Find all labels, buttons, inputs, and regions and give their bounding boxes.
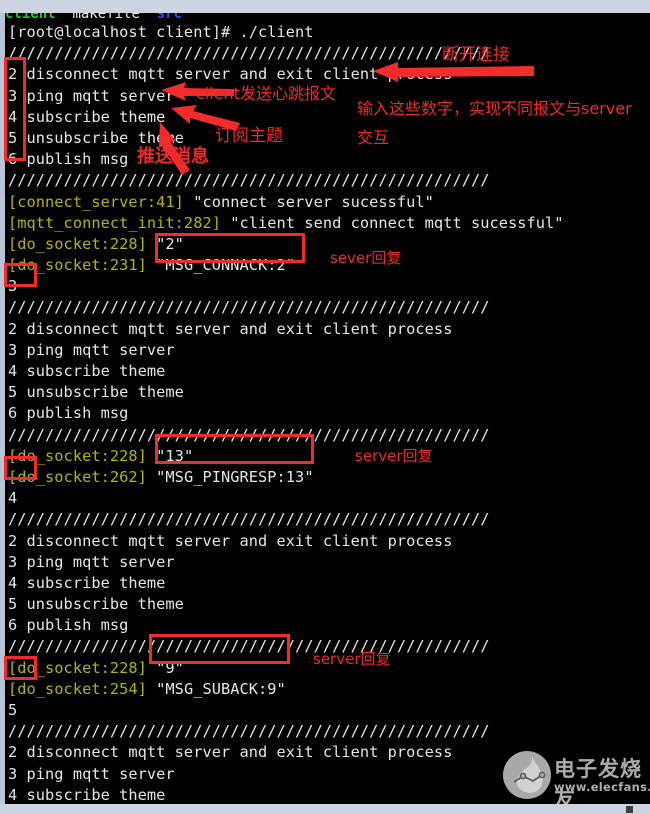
terminal-line-log-do-socket-262: [do_socket:262] "MSG_PINGRESP:13" xyxy=(8,467,648,488)
terminal-line-menu-6-c: 6 publish msg xyxy=(8,616,129,635)
elecfans-logo-icon xyxy=(503,751,551,799)
terminal-line-menu-2-c: 2 disconnect mqtt server and exit client… xyxy=(8,531,453,550)
terminal-line-log-mqtt-connect-init: [mqtt_connect_init:282] "client send con… xyxy=(8,213,648,234)
terminal-line-input-4: 4 xyxy=(8,489,18,508)
clipped-previous-line: client makefile src xyxy=(5,13,182,22)
terminal-line-list: [root@localhost client]# ./client ///////… xyxy=(8,22,648,804)
terminal-line-menu-2-b: 2 disconnect mqtt server and exit client… xyxy=(8,319,453,338)
terminal-line-sep-7: ////////////////////////////////////////… xyxy=(8,722,490,741)
terminal-line-menu-4-c: 4 subscribe theme xyxy=(8,573,166,592)
terminal-line-sep-1: ////////////////////////////////////////… xyxy=(8,44,490,63)
log-tag: [do_socket:262] xyxy=(8,467,147,486)
log-tag: [do_socket:254] xyxy=(8,679,147,698)
watermark: 电子发烧友 www.elecfans.com xyxy=(502,750,650,811)
terminal-line-log-do-socket-228-c: [do_socket:228] "9" xyxy=(8,658,648,679)
watermark-url: www.elecfans.com xyxy=(554,780,650,794)
window-frame-top xyxy=(0,0,650,13)
log-tag: [do_socket:228] xyxy=(8,446,147,465)
log-tag: [do_socket:228] xyxy=(8,234,147,253)
terminal-line-log-do-socket-254: [do_socket:254] "MSG_SUBACK:9" xyxy=(8,679,648,700)
terminal-line-menu-6-a: 6 publish msg xyxy=(8,150,129,169)
terminal-line-sep-6: ////////////////////////////////////////… xyxy=(8,637,490,656)
terminal-line-menu-4-b: 4 subscribe theme xyxy=(8,362,166,380)
log-message: "2" xyxy=(146,234,184,253)
log-message: "13" xyxy=(146,446,194,465)
terminal-line-sep-2: ////////////////////////////////////////… xyxy=(8,171,490,190)
terminal-line-menu-3-b: 3 ping mqtt server xyxy=(8,340,175,359)
terminal-line-sep-5: ////////////////////////////////////////… xyxy=(8,510,490,529)
terminal-line-prompt: [root@localhost client]# ./client xyxy=(8,23,314,41)
window-frame-bottom xyxy=(0,804,650,814)
terminal-line-input-5: 5 xyxy=(8,701,18,719)
mouse-cursor-dot xyxy=(626,806,633,813)
terminal-line-menu-6-b: 6 publish msg xyxy=(8,404,129,423)
terminal-output-area[interactable]: client makefile src [root@localhost clie… xyxy=(5,13,650,804)
terminal-line-menu-2-a: 2 disconnect mqtt server and exit client… xyxy=(8,65,453,84)
log-message: "MSG_PINGRESP:13" xyxy=(146,467,314,486)
log-message: "connect server sucessful" xyxy=(183,192,434,211)
terminal-line-menu-3-c: 3 ping mqtt server xyxy=(8,552,175,571)
log-tag: [do_socket:228] xyxy=(8,658,147,677)
log-message: "9" xyxy=(146,658,184,677)
terminal-line-menu-5-b: 5 unsubscribe theme xyxy=(8,383,184,402)
terminal-line-log-do-socket-231: [do_socket:231] "MSG_CONNACK:2" xyxy=(8,255,648,276)
log-message: "MSG_CONNACK:2" xyxy=(146,256,296,275)
log-tag: [connect_server:41] xyxy=(8,192,184,211)
terminal-line-menu-3-a: 3 ping mqtt server xyxy=(8,86,175,105)
terminal-line-sep-4: ////////////////////////////////////////… xyxy=(8,425,490,444)
terminal-line-sep-3: ////////////////////////////////////////… xyxy=(8,298,490,317)
clipped-green-token: client xyxy=(5,13,56,22)
log-tag: [do_socket:231] xyxy=(8,256,147,275)
log-tag: [mqtt_connect_init:282] xyxy=(8,213,221,232)
terminal-line-input-3: 3 xyxy=(8,277,18,296)
terminal-line-menu-5-c: 5 unsubscribe theme xyxy=(8,595,184,614)
terminal-line-menu-4-a: 4 subscribe theme xyxy=(8,107,166,126)
log-message: "MSG_SUBACK:9" xyxy=(146,679,286,698)
clipped-blue-token: src xyxy=(156,13,183,22)
log-message: "client send connect mqtt sucessful" xyxy=(220,213,564,232)
clipped-white-token: makefile xyxy=(72,13,140,22)
terminal-line-log-do-socket-228-a: [do_socket:228] "2" xyxy=(8,234,648,255)
terminal-line-menu-5-a: 5 unsubscribe theme xyxy=(8,128,184,147)
terminal-window: client makefile src [root@localhost clie… xyxy=(0,0,650,814)
terminal-line-log-do-socket-228-b: [do_socket:228] "13" xyxy=(8,446,648,467)
terminal-line-log-connect-server: [connect_server:41] "connect server suce… xyxy=(8,192,648,213)
